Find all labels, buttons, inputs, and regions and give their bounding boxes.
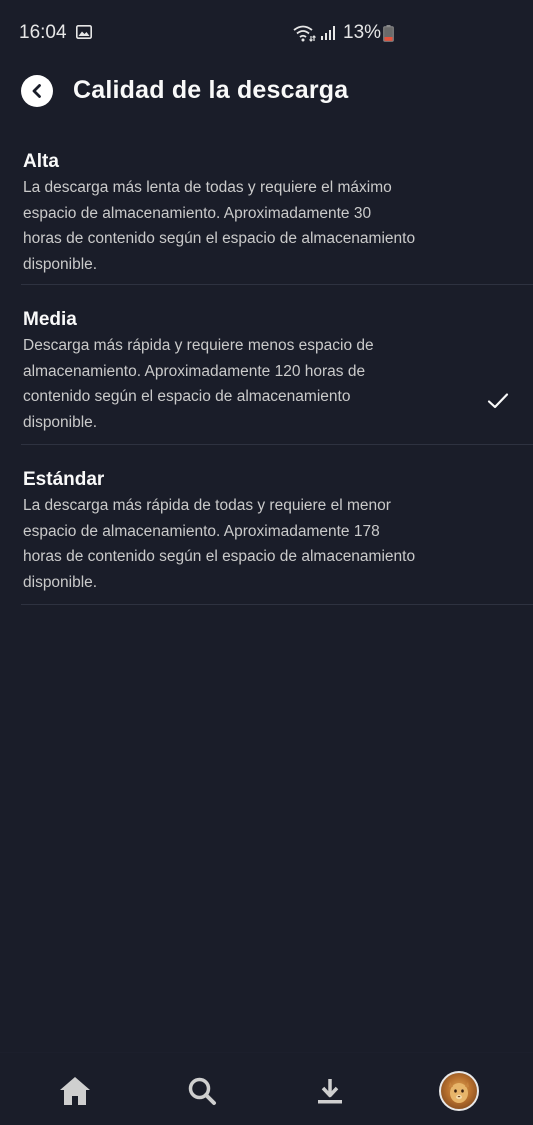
nav-home[interactable] <box>55 1071 95 1111</box>
option-estandar[interactable]: Estándar La descarga más rápida de todas… <box>21 445 533 605</box>
home-icon <box>60 1077 90 1105</box>
option-title: Alta <box>23 151 59 172</box>
option-description: La descarga más rápida de todas y requie… <box>23 497 416 591</box>
status-time: 16:04 <box>19 22 67 43</box>
download-quality-options: Alta La descarga más lenta de todas y re… <box>21 128 533 605</box>
signal-icon <box>321 26 335 40</box>
option-description: Descarga más rápida y requiere menos esp… <box>23 337 374 431</box>
back-button[interactable] <box>21 75 53 107</box>
checkmark-icon <box>487 393 509 409</box>
option-alta[interactable]: Alta La descarga más lenta de todas y re… <box>21 128 533 285</box>
bottom-navigation <box>0 1052 533 1125</box>
header: Calidad de la descarga <box>0 66 533 116</box>
download-icon <box>318 1079 342 1104</box>
search-icon <box>188 1077 216 1105</box>
option-title: Media <box>23 309 77 330</box>
wifi-icon <box>293 25 316 42</box>
battery-icon <box>383 25 394 42</box>
page-title: Calidad de la descarga <box>73 76 349 104</box>
option-title: Estándar <box>23 469 105 490</box>
nav-downloads[interactable] <box>310 1071 350 1111</box>
gallery-icon <box>76 25 92 39</box>
chevron-left-icon <box>32 84 41 98</box>
battery-percent: 13% <box>343 22 382 43</box>
nav-search[interactable] <box>182 1071 222 1111</box>
option-description: La descarga más lenta de todas y requier… <box>23 179 416 273</box>
status-bar: 16:04 13% <box>0 0 533 64</box>
option-media[interactable]: Media Descarga más rápida y requiere men… <box>21 285 533 445</box>
profile-avatar <box>439 1071 479 1111</box>
nav-profile[interactable] <box>439 1071 479 1111</box>
